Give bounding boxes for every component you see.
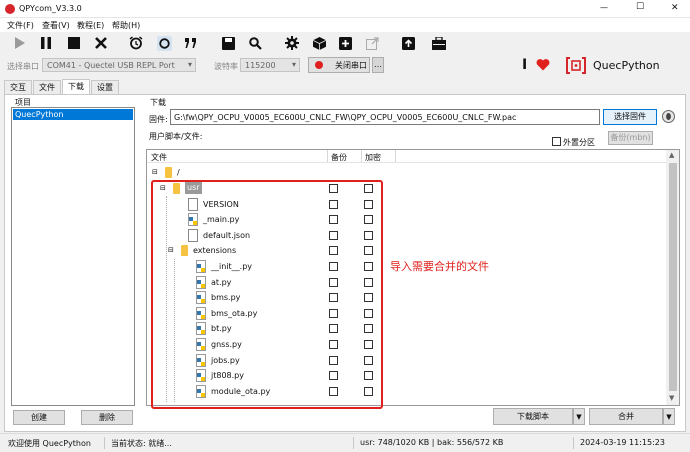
gear-icon[interactable] [284, 35, 300, 51]
quote-icon[interactable] [183, 35, 199, 51]
chevron-down-icon: ▼ [666, 413, 672, 421]
merge-dropdown[interactable]: ▼ [663, 408, 675, 425]
recycle-icon[interactable] [156, 35, 172, 51]
status-storage-usage: usr: 748/1020 KB | bak: 556/572 KB [360, 438, 504, 447]
toolbox-icon[interactable] [431, 35, 447, 51]
column-divider [395, 150, 396, 162]
firmware-path-field[interactable]: G:\fw\QPY_OCPU_V0005_EC600U_CNLC_FW\QPY_… [170, 109, 600, 125]
backup-mbn-button[interactable]: 备份(mbn) [608, 131, 653, 145]
title-bar: QPYcom_V3.3.0 — ☐ ✕ [0, 0, 690, 18]
folder-icon [165, 167, 172, 178]
baud-select[interactable]: 115200 ▾ [240, 58, 300, 72]
download-section-label: 下载 [150, 98, 166, 107]
upload-icon[interactable] [400, 35, 416, 51]
tab-files[interactable]: 文件 [33, 80, 61, 94]
app-logo-icon [5, 4, 15, 14]
root-folder-label: / [177, 168, 180, 177]
more-button[interactable]: … [372, 57, 384, 73]
save-icon[interactable] [220, 35, 236, 51]
add-icon[interactable] [337, 35, 353, 51]
tab-settings[interactable]: 设置 [91, 80, 119, 94]
chevron-down-icon: ▾ [291, 60, 296, 69]
firmware-options-icon[interactable] [662, 110, 675, 123]
close-port-button[interactable]: 关闭串口 [308, 57, 370, 73]
status-divider [353, 437, 354, 449]
menu-tutorial[interactable]: 教程(E) [77, 20, 104, 31]
project-item-quecpython[interactable]: QuecPython [13, 109, 133, 120]
tab-interact[interactable]: 交互 [4, 80, 32, 94]
download-script-dropdown[interactable]: ▼ [573, 408, 585, 425]
highlight-box [151, 180, 383, 409]
stop-icon[interactable] [66, 35, 82, 51]
text-cursor-icon: I [522, 57, 528, 73]
status-welcome: 欢迎使用 QuecPython [8, 439, 91, 448]
status-current-state: 当前状态: 就绪... [111, 439, 172, 448]
chevron-down-icon: ▾ [187, 60, 192, 69]
port-bar: 选择串口 COM41 - Quectel USB REPL Port ▾ 波特率… [0, 54, 690, 78]
window-title: QPYcom_V3.3.0 [19, 4, 82, 13]
record-icon [315, 61, 323, 69]
external-partition-label: 外置分区 [563, 138, 595, 147]
search-icon[interactable] [247, 35, 263, 51]
menu-file[interactable]: 文件(F) [7, 20, 34, 31]
toolbar [0, 32, 690, 54]
external-link-icon[interactable] [364, 35, 380, 51]
download-script-button[interactable]: 下载脚本 [493, 408, 573, 425]
minimize-button[interactable]: — [600, 3, 608, 12]
baud-label: 波特率 [214, 62, 238, 71]
menu-view[interactable]: 查看(V) [42, 20, 70, 31]
brand-logo-icon [566, 57, 586, 76]
scroll-up-arrow[interactable]: ▲ [669, 151, 674, 159]
cube-icon[interactable] [311, 35, 327, 51]
port-select[interactable]: COM41 - Quectel USB REPL Port ▾ [42, 58, 196, 72]
menu-help[interactable]: 帮助(H) [112, 20, 140, 31]
tab-download[interactable]: 下载 [62, 79, 90, 94]
close-port-label: 关闭串口 [335, 61, 367, 70]
merge-button[interactable]: 合并 [589, 408, 663, 425]
firmware-label: 固件: [149, 115, 168, 124]
select-port-label: 选择串口 [7, 62, 39, 71]
column-divider [327, 150, 328, 162]
choose-firmware-button[interactable]: 选择固件 [603, 109, 657, 125]
merge-annotation: 导入需要合并的文件 [390, 260, 489, 273]
close-icon[interactable] [93, 35, 109, 51]
status-bar: 欢迎使用 QuecPython 当前状态: 就绪... usr: 748/102… [0, 433, 690, 452]
scroll-thumb[interactable] [669, 163, 677, 391]
baud-select-value: 115200 [245, 61, 276, 70]
pause-icon[interactable] [38, 35, 54, 51]
firmware-path-value: G:\fw\QPY_OCPU_V0005_EC600U_CNLC_FW\QPY_… [174, 113, 517, 122]
user-script-label: 用户脚本/文件: [149, 132, 203, 141]
status-divider [573, 437, 574, 449]
external-partition-checkbox[interactable] [552, 137, 561, 146]
menu-bar: 文件(F) 查看(V) 教程(E) 帮助(H) [0, 18, 690, 32]
delete-project-button[interactable]: 删除 [81, 410, 133, 425]
project-list[interactable]: QuecPython [11, 107, 135, 406]
heart-icon [536, 58, 550, 73]
status-divider [104, 437, 105, 449]
chevron-down-icon: ▼ [576, 413, 582, 421]
status-timestamp: 2024-03-19 11:15:23 [580, 438, 665, 447]
close-window-button[interactable]: ✕ [671, 3, 679, 13]
play-icon[interactable] [12, 35, 28, 51]
vertical-scrollbar[interactable]: ▲ ▼ [666, 150, 679, 405]
maximize-button[interactable]: ☐ [636, 2, 644, 12]
port-select-value: COM41 - Quectel USB REPL Port [47, 61, 175, 70]
alarm-icon[interactable] [128, 35, 144, 51]
column-divider [361, 150, 362, 162]
scroll-down-arrow[interactable]: ▼ [669, 394, 674, 402]
create-project-button[interactable]: 创建 [13, 410, 65, 425]
header-divider [147, 162, 666, 163]
brand-name: QuecPython [593, 59, 660, 72]
collapse-icon[interactable]: ⊟ [152, 168, 158, 176]
